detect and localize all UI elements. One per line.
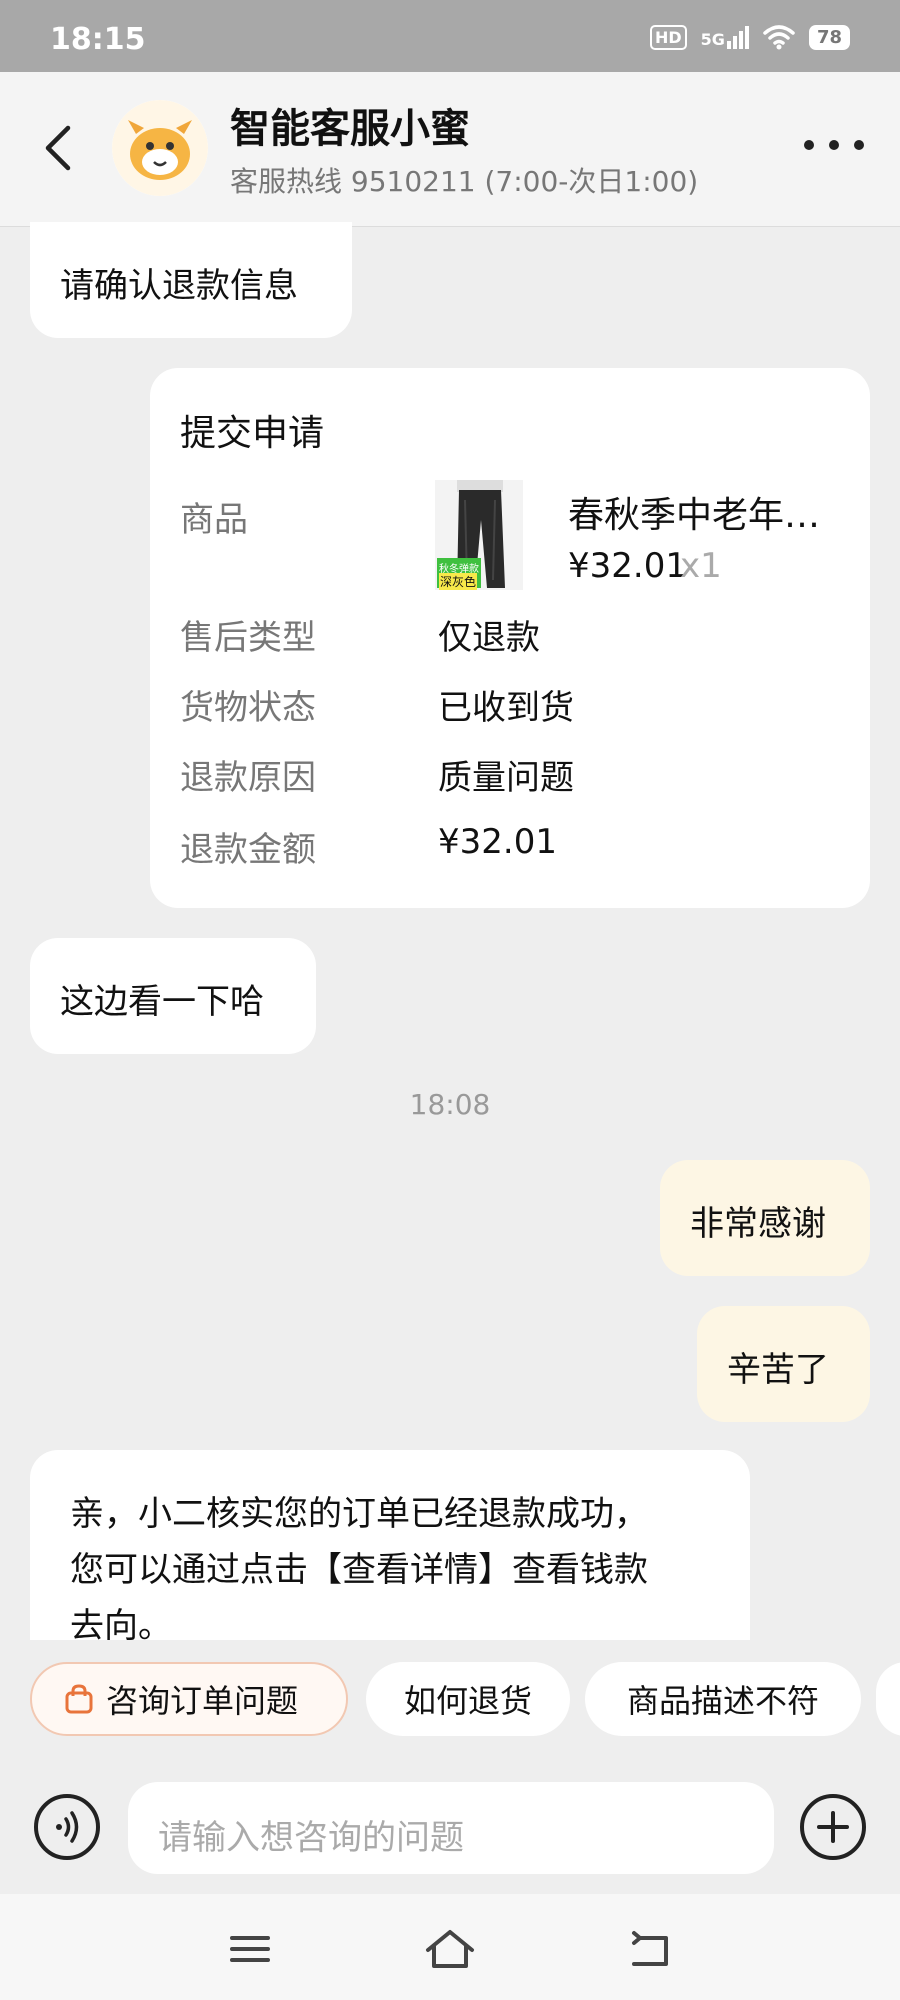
service-type-value: 仅退款 xyxy=(438,618,540,658)
battery-icon: 78 xyxy=(808,24,850,50)
product-label: 商品 xyxy=(180,500,248,540)
message-input[interactable]: 请输入想咨询的问题 xyxy=(128,1782,774,1874)
product-price: ¥32.01 xyxy=(568,546,687,586)
more-button[interactable] xyxy=(804,130,864,160)
message-text: 请确认退款信息 xyxy=(60,266,298,306)
chat-title: 智能客服小蜜 xyxy=(230,106,470,152)
chip-item-not-as-described[interactable]: 商品描述不符 xyxy=(585,1662,861,1736)
chip-more[interactable] xyxy=(876,1662,900,1736)
card-title: 提交申请 xyxy=(180,413,325,454)
product-name: 春秋季中老年… xyxy=(568,495,821,536)
status-icons: HD 5G 78 xyxy=(650,24,850,50)
message-text-line: 去向。 xyxy=(70,1606,172,1640)
return-icon xyxy=(632,1931,668,1966)
back-button[interactable] xyxy=(38,120,78,176)
home-icon xyxy=(426,1930,474,1968)
chip-how-to-return[interactable]: 如何退货 xyxy=(366,1662,570,1736)
menu-icon xyxy=(230,1936,270,1962)
more-dots-icon xyxy=(804,140,864,150)
product-tag-bottom: 深灰色 xyxy=(439,573,478,590)
refund-amount-value: ¥32.01 xyxy=(438,822,557,862)
message-text: 辛苦了 xyxy=(727,1350,829,1390)
product-thumbnail[interactable]: 秋冬弹款 深灰色 xyxy=(435,480,523,590)
chat-header: 智能客服小蜜 客服热线 9510211 (7:00-次日1:00) xyxy=(0,72,900,227)
signal-icon: 5G xyxy=(700,25,749,49)
status-bar: 18:15 HD 5G 78 xyxy=(0,0,900,72)
menu-button[interactable] xyxy=(220,1924,280,1974)
hotline-text: 客服热线 9510211 (7:00-次日1:00) xyxy=(230,165,699,198)
message-timestamp: 18:08 xyxy=(409,1088,491,1121)
chip-order-inquiry[interactable]: 咨询订单问题 xyxy=(30,1662,348,1736)
service-type-label: 售后类型 xyxy=(180,618,316,658)
message-bubble: 请确认退款信息 xyxy=(30,222,352,338)
chip-label: 咨询订单问题 xyxy=(106,1682,299,1720)
input-placeholder: 请输入想咨询的问题 xyxy=(158,1818,464,1858)
my-message-bubble: 非常感谢 xyxy=(660,1160,870,1276)
refund-reason-label: 退款原因 xyxy=(180,758,316,798)
message-bubble: 这边看一下哈 xyxy=(30,938,316,1054)
back-arrow-icon xyxy=(45,125,71,171)
my-message-bubble: 辛苦了 xyxy=(697,1306,870,1422)
message-text-line: 您可以通过点击【查看详情】查看钱款 xyxy=(70,1550,648,1590)
voice-icon xyxy=(56,1811,79,1843)
network-type: 5G xyxy=(700,29,725,49)
chip-label: 如何退货 xyxy=(403,1682,532,1720)
avatar[interactable] xyxy=(112,100,208,196)
voice-button[interactable] xyxy=(34,1794,100,1860)
refund-amount-label: 退款金额 xyxy=(180,830,316,870)
add-button[interactable] xyxy=(800,1794,866,1860)
goods-status-label: 货物状态 xyxy=(180,688,316,728)
system-nav-bar xyxy=(0,1894,900,2000)
shopping-bag-icon xyxy=(65,1684,93,1714)
chip-label: 商品描述不符 xyxy=(626,1682,819,1720)
plus-icon xyxy=(817,1811,849,1843)
goods-status-value: 已收到货 xyxy=(438,688,574,728)
refund-request-card[interactable]: 提交申请 商品 秋冬弹款 深灰色 春秋季中老年… ¥32.01 x1 售后类型 … xyxy=(150,368,870,908)
message-bubble: 亲，小二核实您的订单已经退款成功， 您可以通过点击【查看详情】查看钱款 去向。 xyxy=(30,1450,750,1640)
refund-reason-value: 质量问题 xyxy=(438,758,574,798)
hd-icon: HD xyxy=(650,24,687,50)
message-text: 这边看一下哈 xyxy=(60,982,264,1022)
return-button[interactable] xyxy=(620,1924,680,1974)
product-quantity: x1 xyxy=(680,546,722,586)
message-text-line: 亲，小二核实您的订单已经退款成功， xyxy=(70,1494,648,1534)
message-text: 非常感谢 xyxy=(690,1204,826,1244)
wifi-icon xyxy=(763,25,795,50)
status-time: 18:15 xyxy=(50,22,146,57)
home-button[interactable] xyxy=(420,1924,480,1974)
assistant-avatar-icon xyxy=(112,100,208,196)
